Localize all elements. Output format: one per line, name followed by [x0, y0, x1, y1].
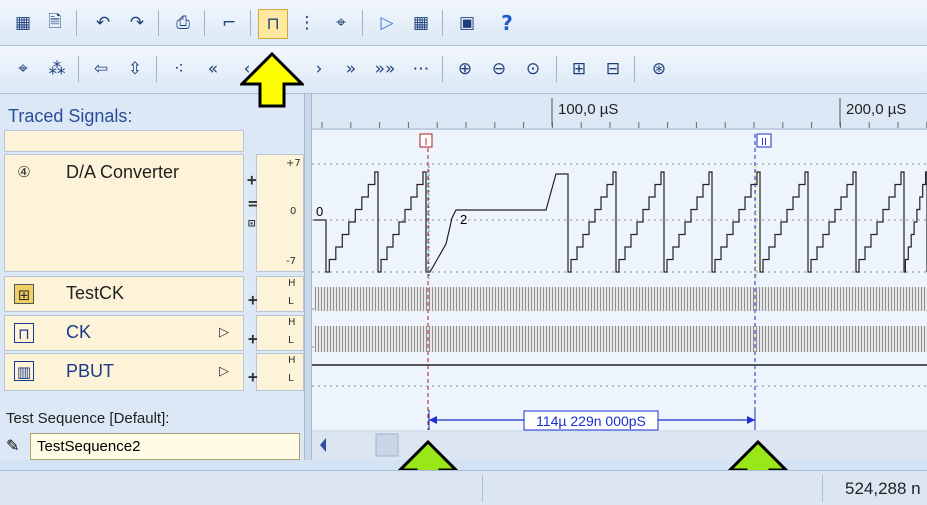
cursor-delta: 114µ 229n 000pS	[536, 413, 646, 429]
expand-icon[interactable]: ⊞	[566, 56, 592, 82]
expand-button[interactable]: +	[247, 170, 257, 189]
undo-icon[interactable]: ↶	[90, 10, 116, 36]
settings-icon[interactable]: ⊛	[646, 56, 672, 82]
play-icon[interactable]: ▷	[214, 323, 234, 343]
save-icon[interactable]: 🗎	[42, 10, 68, 36]
level-low: L	[288, 373, 294, 384]
zoom-fit-icon[interactable]: ⊙	[520, 56, 546, 82]
zoom-in-icon[interactable]: ⊕	[452, 56, 478, 82]
sequence-label: Test Sequence [Default]:	[6, 410, 170, 427]
ruler-label-100: 100,0 µS	[558, 101, 618, 118]
status-value: 524,288 n	[845, 479, 921, 498]
clock-icon: ⊓	[14, 323, 34, 343]
print-preview-icon[interactable]: ⎙	[170, 10, 196, 36]
sequence-input[interactable]: TestSequence2	[30, 433, 300, 460]
fast-forward-icon[interactable]: »	[338, 56, 364, 82]
zoom-out-icon[interactable]: ⊖	[486, 56, 512, 82]
step-forward-icon[interactable]: ›	[306, 56, 332, 82]
range-min: -7	[286, 256, 296, 267]
waveform-view[interactable]: 100,0 µS 200,0 µS 0 2 I II 114µ 229n 000…	[312, 94, 927, 460]
testck-trace	[314, 287, 927, 311]
signal-row-testck[interactable]: ⊞ TestCK H L +	[4, 276, 304, 312]
fast-rewind-icon[interactable]: «	[200, 56, 226, 82]
fit-button[interactable]: ⊡	[248, 216, 255, 230]
signal-name: CK	[66, 322, 92, 342]
expand-button[interactable]: +	[248, 329, 258, 348]
navigation-toolbar: ⌖ ⁂ ⇦ ⇳ ⁖ « ‹ › » »» ⋯ ⊕ ⊖ ⊙ ⊞ ⊟ ⊛	[0, 46, 927, 94]
panel-splitter[interactable]	[304, 94, 312, 460]
collapse-icon[interactable]: ⊟	[600, 56, 626, 82]
first-edge-icon[interactable]: ⁖	[166, 56, 192, 82]
signal-tree-icon[interactable]: ⋮	[294, 10, 320, 36]
previous-icon[interactable]: ⇦	[88, 56, 114, 82]
help-icon[interactable]: ?	[494, 10, 520, 36]
scroll-thumb[interactable]	[375, 433, 399, 457]
expand-button[interactable]: +	[248, 367, 258, 386]
expand-button[interactable]: +	[248, 290, 258, 309]
play-icon[interactable]: ▷	[214, 362, 234, 382]
value-label-two: 2	[460, 212, 467, 227]
clock-source-icon: ⊞	[14, 284, 34, 304]
last-icon[interactable]: »»	[372, 56, 398, 82]
level-low: L	[288, 296, 294, 307]
signal-name: D/A Converter	[66, 162, 180, 182]
range-max: +7	[286, 158, 301, 169]
collapse-button[interactable]: =	[248, 194, 258, 213]
ruler-label-200: 200,0 µS	[846, 101, 906, 118]
range-mid: 0	[290, 206, 297, 217]
probe-icon[interactable]: ⌖	[10, 56, 36, 82]
level-high: H	[288, 355, 296, 366]
filter-field[interactable]	[4, 130, 244, 152]
main-toolbar: ▦ 🗎 ↶ ↷ ⎙ ⌐ ⊓ ⋮ ⌖ ▷ ▦ ▣ ?	[0, 0, 927, 46]
center-icon[interactable]: ⇳	[122, 56, 148, 82]
signal-name: PBUT	[66, 361, 115, 381]
signal-probe-icon[interactable]: ⌖	[328, 10, 354, 36]
trace-cursor-icon[interactable]: ⊓	[258, 9, 288, 39]
sequence-icon: ✎	[6, 436, 20, 455]
signal-row-da-converter[interactable]: ④ D/A Converter +7 0 -7 + = ⊡	[4, 154, 304, 272]
svg-text:II: II	[761, 137, 767, 148]
probe-all-icon[interactable]: ⁂	[44, 56, 70, 82]
pushbutton-icon: ▥	[14, 361, 34, 381]
stop-icon[interactable]: ▦	[408, 10, 434, 36]
level-high: H	[288, 317, 296, 328]
window-icon[interactable]: ▣	[454, 10, 480, 36]
value-label-zero: 0	[316, 204, 323, 219]
panel-title: Traced Signals:	[8, 106, 133, 126]
annotation-arrow-up-yellow	[240, 52, 304, 108]
signal-row-pbut[interactable]: ▥ PBUT ▷ H L +	[4, 353, 304, 391]
status-bar: 524,288 n	[0, 470, 927, 505]
signal-name: TestCK	[66, 283, 125, 303]
level-low: L	[288, 335, 294, 346]
run-icon[interactable]: ▷	[374, 10, 400, 36]
new-project-icon[interactable]: ▦	[10, 10, 36, 36]
svg-text:I: I	[425, 137, 428, 148]
redo-icon[interactable]: ↷	[124, 10, 150, 36]
signal-edge-icon[interactable]: ⌐	[216, 10, 242, 36]
end-edge-icon[interactable]: ⋯	[408, 56, 434, 82]
signal-row-ck[interactable]: ⊓ CK ▷ H L +	[4, 315, 304, 351]
bus-icon: ④	[17, 163, 31, 181]
ck-trace	[314, 326, 927, 352]
level-high: H	[288, 278, 296, 289]
